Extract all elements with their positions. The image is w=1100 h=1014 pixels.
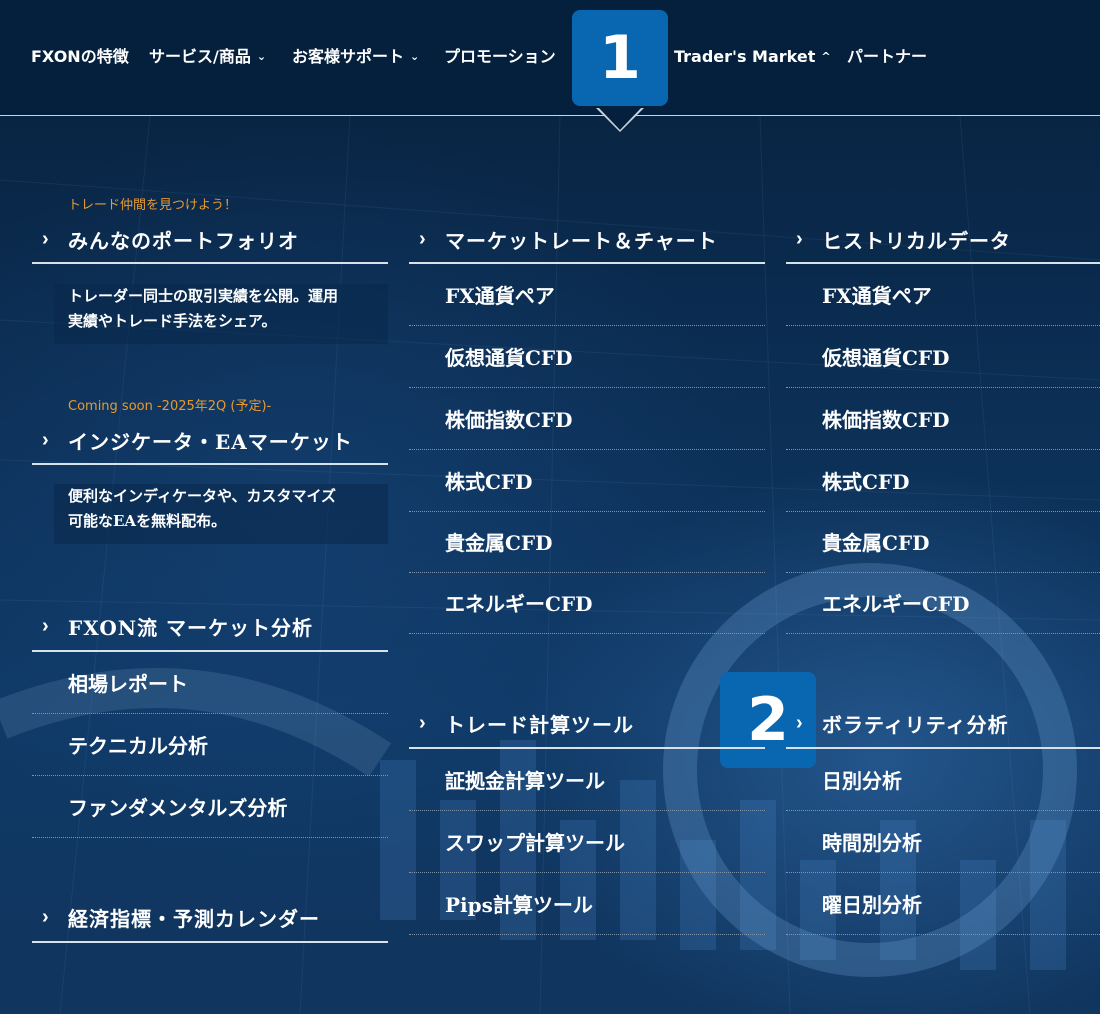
section-title: トレード計算ツール: [445, 713, 634, 737]
menu-item-historical-stock[interactable]: 株式CFD: [786, 450, 1100, 512]
menu-item-daily-analysis[interactable]: 日別分析: [786, 749, 1100, 811]
menu-item-margin-calculator[interactable]: 証拠金計算ツール: [409, 749, 765, 811]
description-line: 便利なインディケータや、カスタマイズ: [68, 487, 337, 505]
menu-item-hourly-analysis[interactable]: 時間別分析: [786, 811, 1100, 873]
nav-item-label: パートナー: [847, 47, 928, 66]
section-title: みんなのポートフォリオ: [68, 228, 299, 253]
chevron-right-icon: ›: [796, 712, 803, 734]
indicator-description: 便利なインディケータや、カスタマイズ 可能なEAを無料配布。: [54, 484, 388, 544]
menu-item-rates-crypto[interactable]: 仮想通貨CFD: [409, 326, 765, 388]
menu-item-historical-crypto[interactable]: 仮想通貨CFD: [786, 326, 1100, 388]
chevron-down-icon: ⌄: [256, 50, 267, 63]
section-title: インジケータ・EAマーケット: [68, 429, 353, 454]
chevron-right-icon: ›: [42, 227, 49, 250]
chevron-down-icon: ⌄: [410, 50, 420, 63]
nav-item-support[interactable]: お客様サポート ⌄: [292, 46, 419, 68]
section-title: ボラティリティ分析: [822, 713, 1009, 737]
menu-item-market-report[interactable]: 相場レポート: [32, 652, 388, 714]
section-market-analysis[interactable]: › FXON流 マーケット分析: [32, 603, 388, 652]
nav-item-label: FXONの特徴: [31, 47, 129, 66]
menu-item-pips-calculator[interactable]: Pips計算ツール: [409, 873, 765, 935]
portfolio-tag: トレード仲間を見つけよう！: [68, 198, 238, 213]
menu-item-historical-metal[interactable]: 貴金属CFD: [786, 511, 1100, 573]
menu-item-rates-energy[interactable]: エネルギーCFD: [409, 572, 765, 634]
chevron-right-icon: ›: [796, 227, 803, 250]
chevron-up-icon: ^: [821, 50, 831, 63]
section-title: マーケットレート＆チャート: [445, 228, 718, 253]
menu-item-fundamental-analysis[interactable]: ファンダメンタルズ分析: [32, 776, 388, 838]
menu-item-rates-fx[interactable]: FX通貨ペア: [409, 264, 765, 326]
chevron-right-icon: ›: [42, 428, 49, 451]
chevron-right-icon: ›: [42, 906, 49, 928]
section-indicator-market[interactable]: › インジケータ・EAマーケット: [32, 417, 388, 465]
menu-item-rates-metal[interactable]: 貴金属CFD: [409, 511, 765, 573]
section-volatility-analysis[interactable]: › ボラティリティ分析: [786, 700, 1100, 749]
nav-item-label: Trader's Market: [674, 47, 816, 66]
portfolio-description: トレーダー同士の取引実績を公開。運用 実績やトレード手法をシェア。: [54, 284, 388, 344]
nav-item-label: お客様サポート: [292, 47, 405, 66]
menu-item-weekday-analysis[interactable]: 曜日別分析: [786, 873, 1100, 935]
section-title: ヒストリカルデータ: [822, 228, 1011, 253]
section-trade-tools[interactable]: › トレード計算ツール: [409, 700, 765, 749]
menu-item-historical-index[interactable]: 株価指数CFD: [786, 388, 1100, 450]
nav-item-label: プロモーション: [444, 47, 556, 66]
top-navigation-bar: FXONの特徴 サービス/商品 ⌄ お客様サポート ⌄ プロモーション Trad…: [0, 0, 1100, 116]
section-historical-data[interactable]: › ヒストリカルデータ: [786, 216, 1100, 264]
nav-item-traders-market[interactable]: Trader's Market ^: [674, 46, 831, 68]
menu-item-historical-fx[interactable]: FX通貨ペア: [786, 264, 1100, 326]
nav-item-promotion[interactable]: プロモーション: [444, 46, 556, 68]
description-line: トレーダー同士の取引実績を公開。運用: [68, 287, 339, 305]
section-title: 経済指標・予測カレンダー: [68, 907, 320, 931]
menu-item-technical-analysis[interactable]: テクニカル分析: [32, 714, 388, 776]
indicator-tag: Coming soon -2025年2Q (予定)-: [68, 399, 272, 414]
dropdown-pointer-inner: [598, 107, 642, 130]
menu-item-rates-index[interactable]: 株価指数CFD: [409, 388, 765, 450]
nav-item-partner[interactable]: パートナー: [847, 46, 927, 68]
section-economic-calendar[interactable]: › 経済指標・予測カレンダー: [32, 894, 388, 943]
menu-item-swap-calculator[interactable]: スワップ計算ツール: [409, 811, 765, 873]
menu-item-historical-energy[interactable]: エネルギーCFD: [786, 572, 1100, 634]
nav-item-label: サービス/商品: [149, 47, 251, 66]
section-market-rates[interactable]: › マーケットレート＆チャート: [409, 216, 765, 264]
description-line: 可能なEAを無料配布。: [68, 512, 227, 530]
nav-item-features[interactable]: FXONの特徴: [31, 46, 129, 68]
chevron-right-icon: ›: [42, 615, 49, 637]
section-portfolio[interactable]: › みんなのポートフォリオ: [32, 216, 388, 264]
chevron-right-icon: ›: [419, 227, 426, 250]
nav-item-services[interactable]: サービス/商品 ⌄: [149, 46, 266, 68]
chevron-right-icon: ›: [419, 712, 426, 734]
section-title: FXON流 マーケット分析: [68, 616, 314, 640]
menu-item-rates-stock[interactable]: 株式CFD: [409, 450, 765, 512]
step-badge-1: 1: [572, 10, 668, 106]
description-line: 実績やトレード手法をシェア。: [68, 312, 277, 330]
